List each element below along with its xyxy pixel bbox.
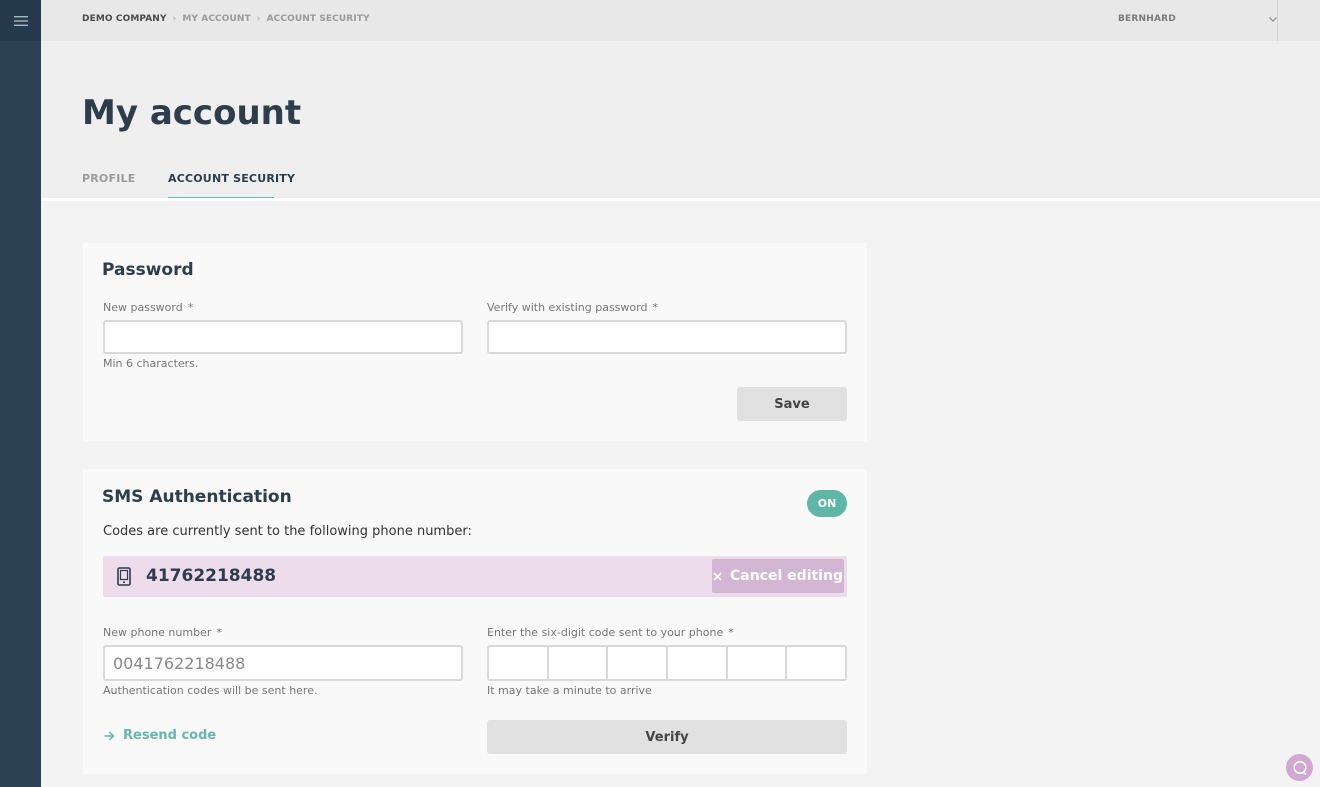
breadcrumb-separator-icon: ›	[172, 14, 177, 24]
user-menu[interactable]: BERNHARD	[1118, 14, 1277, 24]
top-bar: DEMO COMPANY › MY ACCOUNT › ACCOUNT SECU…	[41, 0, 1320, 41]
password-card: Password New password * Min 6 characters.…	[83, 243, 867, 441]
required-mark: *	[652, 301, 658, 314]
save-button[interactable]: Save	[737, 387, 847, 421]
password-title: Password	[102, 260, 194, 280]
code-digit-5[interactable]	[727, 647, 788, 679]
required-mark: *	[187, 301, 194, 314]
code-label: Enter the six-digit code sent to your ph…	[487, 626, 734, 639]
code-digit-1[interactable]	[489, 647, 549, 679]
code-hint: It may take a minute to arrive	[487, 684, 652, 697]
sidebar	[0, 0, 41, 787]
verification-code-input	[487, 645, 847, 681]
new-phone-input[interactable]	[103, 645, 463, 681]
sms-status-toggle[interactable]: ON	[807, 490, 847, 517]
breadcrumb-item-company[interactable]: DEMO COMPANY	[82, 14, 167, 24]
code-digit-4[interactable]	[668, 647, 728, 679]
sms-authentication-card: SMS Authentication ON Codes are currentl…	[83, 469, 867, 774]
arrow-right-icon	[104, 730, 115, 741]
verify-password-label: Verify with existing password *	[487, 301, 658, 314]
page-title: My account	[82, 93, 302, 133]
code-digit-2[interactable]	[548, 647, 609, 679]
breadcrumb-item-my-account[interactable]: MY ACCOUNT	[182, 14, 250, 24]
header-divider	[41, 198, 1320, 201]
chat-icon	[1292, 760, 1307, 775]
chevron-down-icon	[1269, 16, 1277, 22]
code-digit-6[interactable]	[787, 647, 846, 679]
top-bar-divider	[1277, 0, 1278, 41]
sms-description: Codes are currently sent to the followin…	[103, 524, 472, 539]
current-phone-bar: 41762218488 Cancel editing	[103, 556, 847, 597]
close-icon	[713, 571, 722, 581]
verify-button[interactable]: Verify	[487, 720, 847, 754]
tab-profile[interactable]: PROFILE	[82, 172, 135, 185]
breadcrumb-item-account-security: ACCOUNT SECURITY	[266, 14, 370, 24]
new-phone-label: New phone number *	[103, 626, 222, 639]
code-label-text: Enter the six-digit code sent to your ph…	[487, 626, 724, 639]
existing-password-input[interactable]	[487, 320, 847, 354]
resend-code-link[interactable]: Resend code	[104, 728, 216, 743]
breadcrumb-separator-icon: ›	[256, 14, 261, 24]
new-phone-hint: Authentication codes will be sent here.	[103, 684, 318, 697]
sms-title: SMS Authentication	[102, 487, 292, 507]
new-password-hint: Min 6 characters.	[103, 357, 199, 370]
verify-password-label-text: Verify with existing password	[487, 301, 648, 314]
new-phone-label-text: New phone number	[103, 626, 212, 639]
cancel-editing-button[interactable]: Cancel editing	[712, 559, 844, 593]
menu-button[interactable]	[0, 0, 41, 41]
tab-account-security[interactable]: ACCOUNT SECURITY	[168, 172, 295, 185]
breadcrumb: DEMO COMPANY › MY ACCOUNT › ACCOUNT SECU…	[82, 14, 370, 24]
code-digit-3[interactable]	[608, 647, 669, 679]
resend-code-label: Resend code	[123, 728, 217, 743]
new-password-label: New password *	[103, 301, 193, 314]
mobile-phone-icon	[117, 567, 131, 586]
chat-button[interactable]	[1286, 754, 1313, 781]
new-password-label-text: New password	[103, 301, 183, 314]
hamburger-menu-icon	[13, 15, 28, 26]
required-mark: *	[728, 626, 734, 639]
user-name: BERNHARD	[1118, 14, 1176, 24]
current-phone-number: 41762218488	[146, 566, 277, 586]
required-mark: *	[216, 626, 222, 639]
new-password-input[interactable]	[103, 320, 463, 354]
cancel-editing-label: Cancel editing	[730, 568, 843, 584]
page-header: My account PROFILE ACCOUNT SECURITY	[41, 41, 1320, 200]
